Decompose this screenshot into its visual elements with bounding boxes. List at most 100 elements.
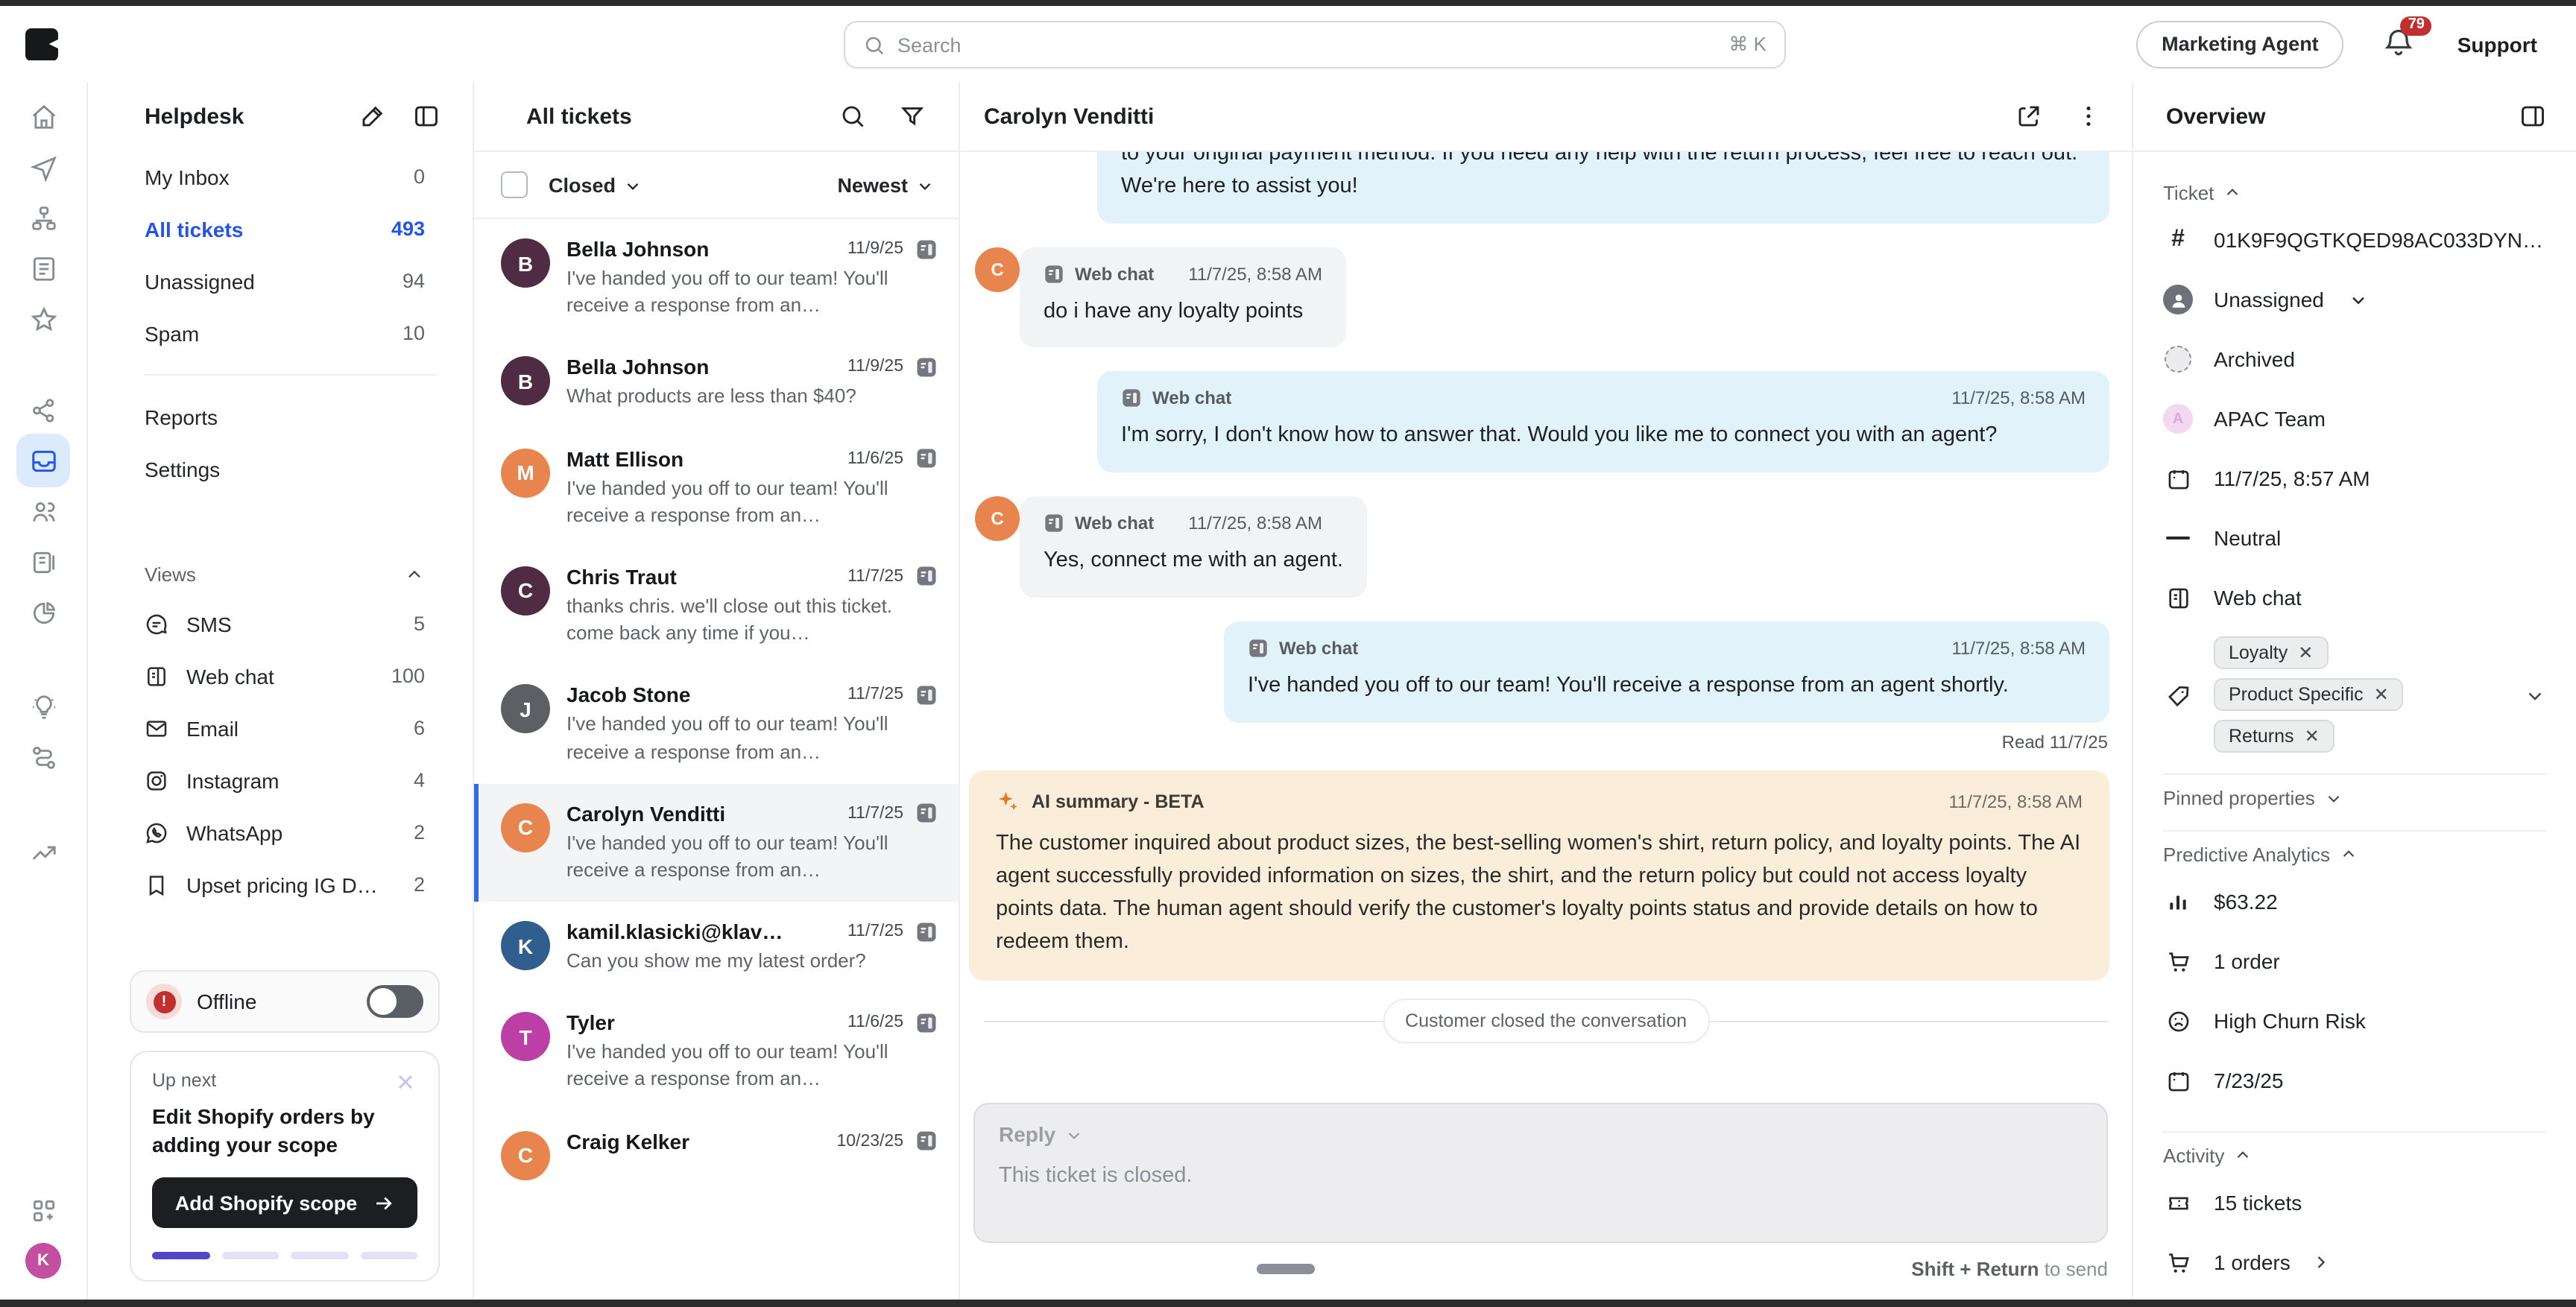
sidebar-item-settings[interactable]: Settings: [130, 443, 440, 495]
sidebar-item-instagram[interactable]: Instagram 4: [130, 754, 440, 806]
team-row[interactable]: A APAC Team: [2163, 389, 2546, 449]
sidebar-item-label: All tickets: [145, 217, 243, 241]
archived-status-icon: [2165, 346, 2191, 373]
icon-rail: K: [0, 82, 88, 1300]
tag-chip[interactable]: Loyalty✕: [2214, 636, 2328, 669]
remove-tag-icon[interactable]: ✕: [2298, 642, 2313, 663]
automation-icon[interactable]: [25, 739, 61, 775]
insights-icon[interactable]: [25, 689, 61, 724]
sidebar-item-label: My Inbox: [145, 165, 230, 189]
ticket-list-title: All tickets: [526, 104, 632, 129]
marketing-agent-button[interactable]: Marketing Agent: [2136, 20, 2344, 68]
ticket-section-header[interactable]: Ticket: [2163, 182, 2546, 204]
sidebar-item-upset-pricing[interactable]: Upset pricing IG D… 2: [130, 858, 440, 911]
panel-divider: [2163, 830, 2546, 832]
team-value: APAC Team: [2214, 407, 2326, 431]
read-receipt: Read 11/7/25: [2002, 731, 2108, 752]
sidebar-item-whatsapp[interactable]: WhatsApp 2: [130, 806, 440, 858]
trends-icon[interactable]: [25, 835, 61, 870]
reply-mode-dropdown[interactable]: Reply: [999, 1122, 2083, 1146]
activity-orders-row[interactable]: 1 orders: [2163, 1232, 2546, 1292]
notifications-button[interactable]: 79: [2383, 26, 2419, 62]
status-filter-dropdown[interactable]: Closed: [549, 174, 643, 196]
availability-toggle[interactable]: [367, 985, 423, 1018]
app-logo-icon[interactable]: [25, 28, 58, 60]
created-row: 11/7/25, 8:57 AM: [2163, 449, 2546, 508]
availability-row: ! Offline: [130, 970, 440, 1033]
table-row[interactable]: T Tyler 11/6/25 I've handed you off to o…: [474, 993, 959, 1112]
user-avatar[interactable]: K: [25, 1243, 61, 1279]
send-icon[interactable]: [25, 149, 61, 185]
table-row[interactable]: B Bella Johnson 11/9/25 What products ar…: [474, 338, 959, 428]
search-tickets-icon[interactable]: [839, 103, 866, 130]
notes-icon[interactable]: [25, 250, 61, 286]
table-row[interactable]: M Matt Ellison 11/6/25 I've handed you o…: [474, 428, 959, 547]
sidebar-item-unassigned[interactable]: Unassigned 94: [130, 255, 440, 307]
kebab-menu-icon[interactable]: [2075, 103, 2102, 130]
ticket-id-row[interactable]: # 01K9F9QGTKQED98AC033DYN…: [2163, 210, 2546, 270]
share-icon[interactable]: [25, 392, 61, 428]
web-chat-channel-icon: [915, 802, 938, 824]
inbox-icon-active[interactable]: [16, 434, 70, 487]
table-row[interactable]: J Jacob Stone 11/7/25 I've handed you of…: [474, 665, 959, 784]
select-all-checkbox[interactable]: [501, 171, 528, 198]
ticket-customer-name: kamil.klasicki@klav…: [566, 920, 836, 943]
chevron-down-icon[interactable]: [2524, 636, 2546, 706]
sentiment-row[interactable]: Neutral: [2163, 508, 2546, 568]
upnext-progress: [152, 1252, 417, 1259]
tag-chip[interactable]: Returns✕: [2214, 720, 2334, 753]
workflow-icon[interactable]: [25, 200, 61, 235]
support-link[interactable]: Support: [2457, 32, 2537, 56]
frown-icon: [2163, 1008, 2193, 1034]
ticket-date: 11/6/25: [847, 449, 903, 467]
avatar: K: [501, 921, 550, 970]
sidebar-item-count: 94: [402, 270, 425, 292]
knowledge-icon[interactable]: [25, 544, 61, 580]
status-row[interactable]: Archived: [2163, 329, 2546, 389]
predictive-analytics-header[interactable]: Predictive Analytics: [2163, 844, 2546, 866]
home-icon[interactable]: [25, 98, 61, 134]
table-row[interactable]: C Carolyn Venditti 11/7/25 I've handed y…: [474, 783, 959, 902]
orders-row: 1 order: [2163, 931, 2546, 991]
activity-header[interactable]: Activity: [2163, 1145, 2546, 1167]
global-search-input[interactable]: Search ⌘ K: [844, 21, 1786, 69]
table-row[interactable]: B Bella Johnson 11/9/25 I've handed you …: [474, 219, 959, 338]
sidebar-item-sms[interactable]: SMS 5: [130, 598, 440, 650]
tag-chip[interactable]: Product Specific✕: [2214, 678, 2404, 711]
sidebar-item-count: 493: [391, 218, 425, 240]
composer-resize-handle[interactable]: [1257, 1264, 1315, 1274]
search-icon: [863, 34, 886, 56]
email-icon: [145, 716, 168, 740]
web-chat-channel-icon: [915, 1012, 938, 1034]
close-icon[interactable]: [394, 1070, 417, 1094]
collapse-panel-icon[interactable]: [2519, 103, 2546, 130]
remove-tag-icon[interactable]: ✕: [2374, 684, 2389, 705]
sidebar-item-my-inbox[interactable]: My Inbox 0: [130, 151, 440, 203]
pie-chart-icon[interactable]: [25, 595, 61, 630]
add-shopify-scope-button[interactable]: Add Shopify scope: [152, 1177, 417, 1228]
open-external-icon[interactable]: [2015, 103, 2042, 130]
web-chat-channel-icon: [1248, 638, 1269, 659]
sidebar-item-reports[interactable]: Reports: [130, 390, 440, 443]
remove-tag-icon[interactable]: ✕: [2305, 726, 2320, 747]
collapse-sidebar-icon[interactable]: [413, 103, 440, 130]
assignee-row[interactable]: Unassigned: [2163, 270, 2546, 329]
pinned-properties-header[interactable]: Pinned properties: [2163, 787, 2546, 809]
table-row[interactable]: C Chris Traut 11/7/25 thanks chris. we'l…: [474, 547, 959, 665]
table-row[interactable]: K kamil.klasicki@klav… 11/7/25 Can you s…: [474, 902, 959, 993]
sidebar-item-spam[interactable]: Spam 10: [130, 307, 440, 359]
star-icon[interactable]: [25, 301, 61, 337]
sidebar-item-web-chat[interactable]: Web chat 100: [130, 650, 440, 702]
sidebar-item-email[interactable]: Email 6: [130, 702, 440, 754]
sort-dropdown[interactable]: Newest: [837, 174, 935, 196]
filter-icon[interactable]: [899, 103, 926, 130]
table-row[interactable]: C Craig Kelker 10/23/25: [474, 1111, 959, 1197]
customers-icon[interactable]: [25, 493, 61, 529]
views-section-header[interactable]: Views: [145, 563, 425, 586]
agent-message-clipped: to your original payment method. If you …: [1097, 152, 2109, 223]
compose-icon[interactable]: [359, 103, 386, 130]
apps-icon[interactable]: [25, 1192, 61, 1228]
reply-composer[interactable]: Reply This ticket is closed.: [973, 1103, 2108, 1243]
ticket-date: 11/7/25: [847, 923, 903, 940]
sidebar-item-all-tickets[interactable]: All tickets 493: [130, 203, 440, 255]
